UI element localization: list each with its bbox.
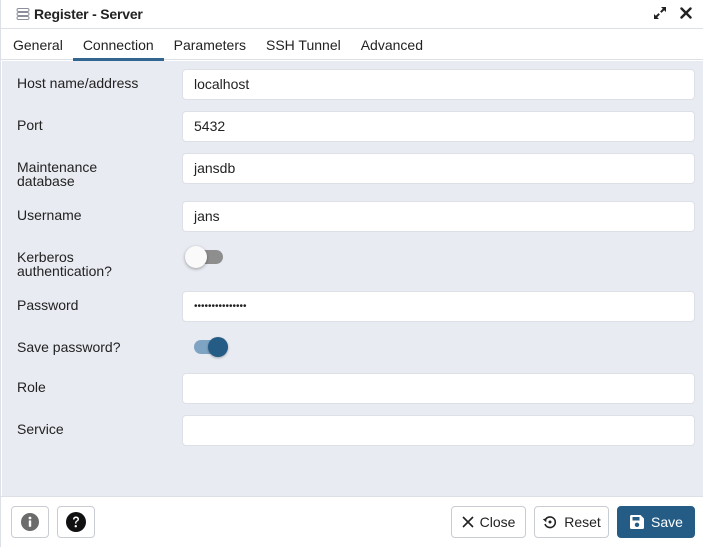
reset-button[interactable]: Reset (534, 506, 609, 538)
help-button[interactable] (57, 506, 95, 538)
reset-icon (543, 516, 557, 529)
role-label: Role (17, 379, 46, 395)
host-label: Host name/address (17, 75, 139, 91)
connection-form: Host name/address localhost Port 5432 Ma… (2, 61, 703, 496)
info-button[interactable] (11, 506, 49, 538)
role-input[interactable] (182, 373, 695, 404)
close-x-icon (462, 516, 474, 528)
dialog-footer: Close Reset Save (1, 496, 703, 547)
save-password-label: Save password? (17, 339, 121, 355)
kerberos-label-line1: Kerberos (17, 249, 74, 265)
maintenance-db-label-line1: Maintenance (17, 159, 98, 175)
maintenance-db-label-line2: database (17, 173, 75, 189)
server-icon (16, 7, 30, 21)
service-label: Service (17, 421, 64, 437)
kerberos-toggle-knob (185, 246, 207, 268)
tab-advanced[interactable]: Advanced (351, 30, 433, 60)
info-icon (21, 513, 39, 531)
close-icon (680, 7, 692, 19)
kerberos-label-line2: authentication? (17, 263, 112, 279)
title-bar: Register - Server (1, 0, 703, 29)
tab-connection[interactable]: Connection (72, 30, 164, 61)
kerberos-toggle[interactable] (185, 245, 225, 269)
maintenance-db-input[interactable]: jansdb (182, 153, 695, 184)
kerberos-label: Kerberos authentication? (17, 250, 112, 278)
host-input[interactable]: localhost (182, 69, 695, 100)
tab-bar: General Connection Parameters SSH Tunnel… (1, 30, 703, 61)
close-window-button[interactable] (678, 4, 694, 22)
save-button-label: Save (651, 514, 683, 530)
port-input[interactable]: 5432 (182, 111, 695, 142)
tab-ssh-tunnel[interactable]: SSH Tunnel (256, 30, 351, 60)
close-button-label: Close (479, 514, 516, 530)
save-button[interactable]: Save (617, 506, 695, 538)
expand-icon (654, 7, 666, 19)
close-button[interactable]: Close (451, 506, 526, 538)
password-label: Password (17, 297, 79, 313)
password-input[interactable]: ••••••••••••••• (182, 291, 695, 322)
port-label: Port (17, 117, 43, 133)
service-input[interactable] (182, 415, 695, 446)
maintenance-db-label: Maintenance database (17, 160, 97, 188)
tab-general[interactable]: General (1, 30, 73, 60)
register-server-dialog: Register - Server General Connection Par… (0, 0, 703, 547)
save-icon (630, 515, 645, 529)
dialog-title: Register - Server (34, 6, 143, 22)
username-input[interactable]: jans (182, 201, 695, 232)
save-password-toggle-knob (208, 337, 228, 357)
maximize-button[interactable] (652, 4, 668, 22)
reset-button-label: Reset (564, 514, 601, 530)
tab-parameters[interactable]: Parameters (164, 30, 256, 60)
username-label: Username (17, 207, 82, 223)
help-icon (66, 512, 86, 532)
save-password-toggle[interactable] (182, 335, 228, 359)
